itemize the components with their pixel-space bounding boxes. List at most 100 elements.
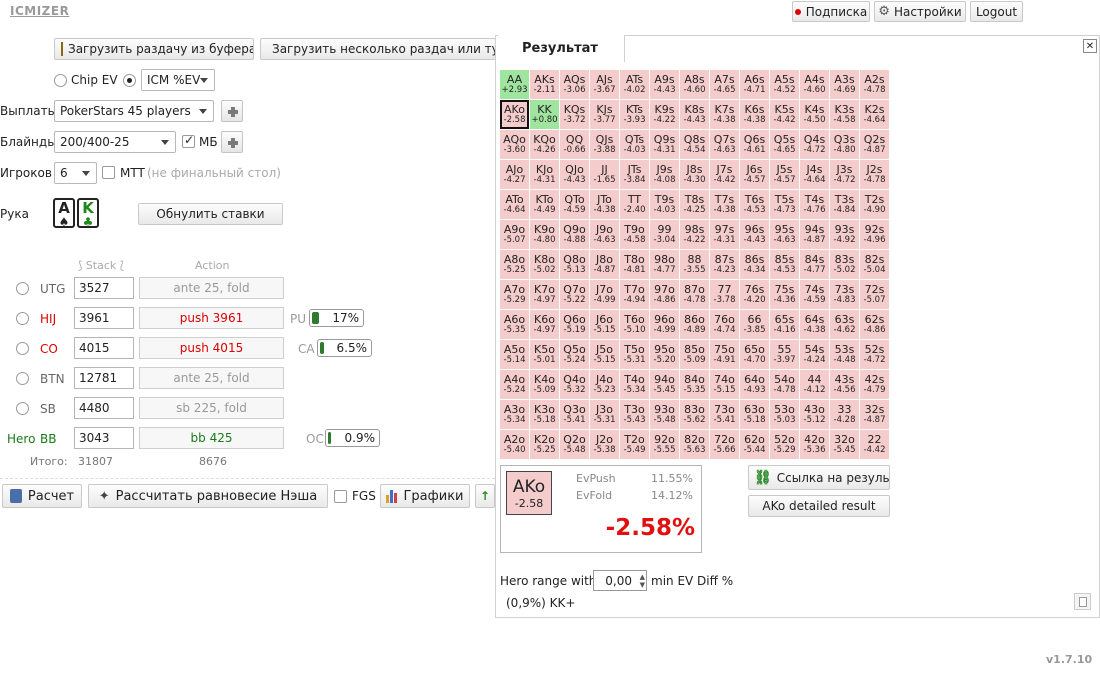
- hand-cell[interactable]: A4s -4.60: [800, 70, 829, 99]
- hand-cell[interactable]: 72o -5.66: [710, 430, 739, 459]
- hand-cell[interactable]: Q3o -5.41: [560, 400, 589, 429]
- hand-cell[interactable]: 82o -5.63: [680, 430, 709, 459]
- hand-cell[interactable]: A5s -4.52: [770, 70, 799, 99]
- hand-cell[interactable]: 83o -5.62: [680, 400, 709, 429]
- hand-cell[interactable]: K9o -4.80: [530, 220, 559, 249]
- hand-cell[interactable]: J5o -5.15: [590, 340, 619, 369]
- hand-cell[interactable]: Q6o -5.19: [560, 310, 589, 339]
- action-field[interactable]: push 4015: [139, 337, 284, 359]
- hand-cell[interactable]: 94s -4.87: [800, 220, 829, 249]
- hand-cell[interactable]: 43s -4.56: [830, 370, 859, 399]
- hand-cell[interactable]: 52s -4.72: [860, 340, 889, 369]
- hand-cell[interactable]: A6s -4.71: [740, 70, 769, 99]
- hand-cell[interactable]: 87s -4.23: [710, 250, 739, 279]
- hand-cell[interactable]: T9s -4.03: [650, 190, 679, 219]
- hand-cell[interactable]: AQs -3.06: [560, 70, 589, 99]
- hand-cell[interactable]: K9s -4.22: [650, 100, 679, 129]
- spin-arrows-icon[interactable]: ▲ ▼: [640, 573, 645, 589]
- hand-cell[interactable]: 62s -4.86: [860, 310, 889, 339]
- hand-cell[interactable]: AA +2.93: [500, 70, 529, 99]
- hand-cell[interactable]: J2o -5.38: [590, 430, 619, 459]
- hand-cell[interactable]: 63o -5.18: [740, 400, 769, 429]
- hand-cell[interactable]: 73o -5.41: [710, 400, 739, 429]
- hand-cell[interactable]: 42s -4.79: [860, 370, 889, 399]
- hand-cell[interactable]: 52o -5.29: [770, 430, 799, 459]
- hand-cell[interactable]: T4o -5.34: [620, 370, 649, 399]
- chip-ev-label[interactable]: Chip EV: [71, 73, 118, 87]
- hand-cell[interactable]: A7s -4.65: [710, 70, 739, 99]
- hand-cell[interactable]: QTs -4.03: [620, 130, 649, 159]
- hand-cell[interactable]: JTs -3.84: [620, 160, 649, 189]
- hand-cell[interactable]: 99 -3.04: [650, 220, 679, 249]
- hand-cell[interactable]: T3o -5.43: [620, 400, 649, 429]
- hand-cell[interactable]: Q6s -4.61: [740, 130, 769, 159]
- hand-cell[interactable]: 95o -5.20: [650, 340, 679, 369]
- hand-cell[interactable]: K8o -5.02: [530, 250, 559, 279]
- player-radio-co[interactable]: [16, 342, 29, 355]
- hand-cell[interactable]: J7o -4.99: [590, 280, 619, 309]
- hand-cell[interactable]: 42o -5.36: [800, 430, 829, 459]
- load-from-clipboard-button[interactable]: Загрузить раздачу из буфера: [54, 38, 254, 60]
- range-meter[interactable]: 0.9%: [325, 429, 380, 447]
- hand-cell[interactable]: AJo -4.27: [500, 160, 529, 189]
- hand-cell[interactable]: 85o -5.09: [680, 340, 709, 369]
- hand-cell[interactable]: T2o -5.49: [620, 430, 649, 459]
- stack-input[interactable]: 3961: [74, 307, 134, 329]
- stack-input[interactable]: 4015: [74, 337, 134, 359]
- hand-cell[interactable]: TT -2.40: [620, 190, 649, 219]
- hand-cell[interactable]: T7o -4.94: [620, 280, 649, 309]
- hand-cell[interactable]: AJs -3.67: [590, 70, 619, 99]
- hand-cell[interactable]: Q8s -4.54: [680, 130, 709, 159]
- hand-cell[interactable]: 43o -5.12: [800, 400, 829, 429]
- hand-cell[interactable]: KK +0.80: [530, 100, 559, 129]
- hand-cell[interactable]: QJs -3.88: [590, 130, 619, 159]
- hand-cell[interactable]: K3s -4.58: [830, 100, 859, 129]
- hand-cell[interactable]: K5s -4.42: [770, 100, 799, 129]
- hand-cell[interactable]: T6s -4.53: [740, 190, 769, 219]
- range-meter[interactable]: 17%: [309, 309, 364, 327]
- subscribe-button[interactable]: Подписка: [792, 1, 870, 22]
- hand-cell[interactable]: 84s -4.77: [800, 250, 829, 279]
- hand-cell[interactable]: 44 -4.12: [800, 370, 829, 399]
- hand-cell[interactable]: A4o -5.24: [500, 370, 529, 399]
- hand-cell[interactable]: JJ -1.65: [590, 160, 619, 189]
- hand-cell[interactable]: J9o -4.63: [590, 220, 619, 249]
- hand-cell[interactable]: T4s -4.76: [800, 190, 829, 219]
- hand-cell[interactable]: 96o -4.99: [650, 310, 679, 339]
- hand-cell[interactable]: Q5s -4.65: [770, 130, 799, 159]
- hand-cell[interactable]: A2o -5.40: [500, 430, 529, 459]
- hand-cell[interactable]: 93o -5.48: [650, 400, 679, 429]
- hand-cell[interactable]: 64s -4.38: [800, 310, 829, 339]
- calculate-button[interactable]: Расчет: [2, 484, 82, 508]
- hand-cell[interactable]: Q2s -4.87: [860, 130, 889, 159]
- hand-cell[interactable]: J8s -4.30: [680, 160, 709, 189]
- hand-cell[interactable]: KQs -3.72: [560, 100, 589, 129]
- hand-cell[interactable]: 53o -5.03: [770, 400, 799, 429]
- hand-cell[interactable]: KJo -4.31: [530, 160, 559, 189]
- hand-cell[interactable]: J7s -4.42: [710, 160, 739, 189]
- min-ev-diff-input[interactable]: 0,00 ▲ ▼: [593, 570, 647, 591]
- load-multiple-button[interactable]: Загрузить несколько раздач или тур: [260, 38, 496, 60]
- hand-cell[interactable]: K2o -5.25: [530, 430, 559, 459]
- hand-cell[interactable]: 65s -4.16: [770, 310, 799, 339]
- action-field[interactable]: ante 25, fold: [139, 277, 284, 299]
- hand-cell[interactable]: AKs -2.11: [530, 70, 559, 99]
- range-meter[interactable]: 6.5%: [317, 339, 372, 357]
- mtt-checkbox[interactable]: [102, 166, 115, 179]
- close-icon[interactable]: ✕: [1083, 39, 1097, 53]
- tab-result[interactable]: Результат: [498, 35, 625, 62]
- hand-cell[interactable]: K2s -4.64: [860, 100, 889, 129]
- hand-cell[interactable]: A8o -5.25: [500, 250, 529, 279]
- hand-cell[interactable]: 65o -4.70: [740, 340, 769, 369]
- player-radio-hij[interactable]: [16, 312, 29, 325]
- hand-cell[interactable]: Q3s -4.80: [830, 130, 859, 159]
- hand-cell[interactable]: KTo -4.49: [530, 190, 559, 219]
- stack-input[interactable]: 3043: [74, 427, 134, 449]
- hand-cell[interactable]: K7s -4.38: [710, 100, 739, 129]
- hand-cell[interactable]: T8s -4.25: [680, 190, 709, 219]
- chip-ev-radio[interactable]: [54, 74, 67, 87]
- hand-cell[interactable]: K5o -5.01: [530, 340, 559, 369]
- hand-cell[interactable]: 72s -5.07: [860, 280, 889, 309]
- hand-cell[interactable]: 32o -5.45: [830, 430, 859, 459]
- action-field[interactable]: push 3961: [139, 307, 284, 329]
